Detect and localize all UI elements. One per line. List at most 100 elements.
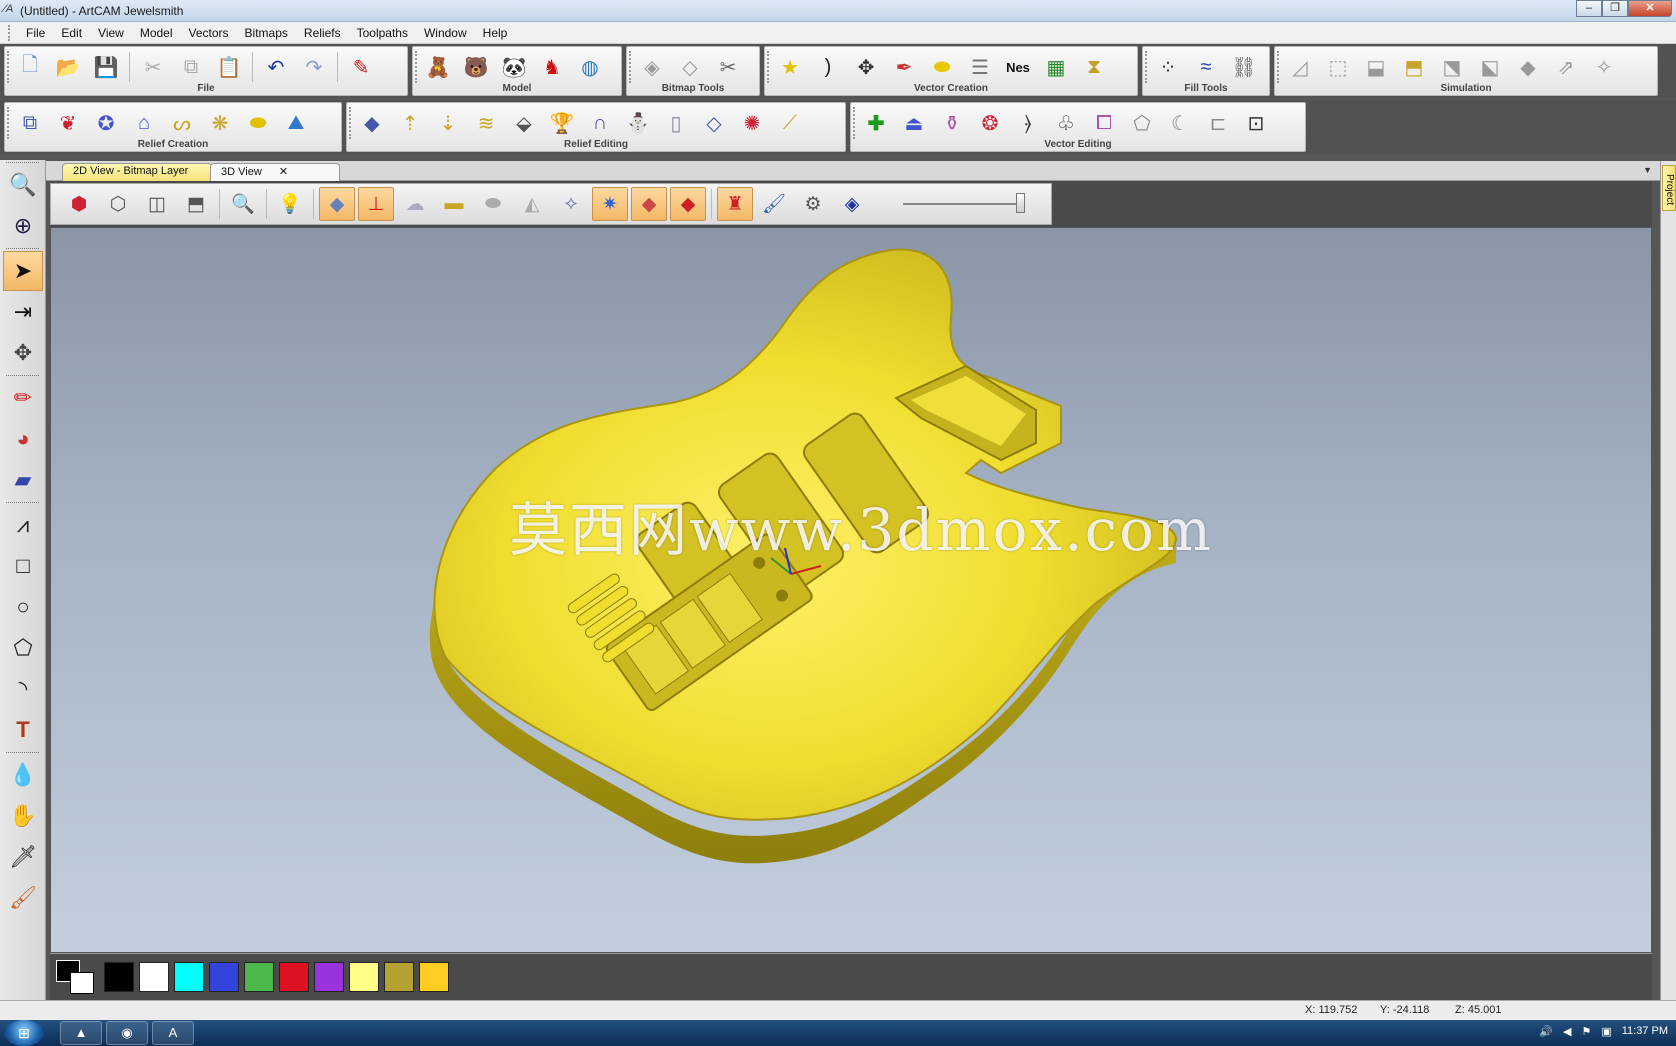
select-arrow-icon[interactable]: ➤: [3, 251, 43, 291]
smooth-relief-icon[interactable]: ≋: [469, 107, 503, 139]
tilt-relief-icon[interactable]: ◇: [697, 107, 731, 139]
toolbar-grip[interactable]: [415, 51, 418, 83]
side-view-icon[interactable]: ◫: [139, 187, 175, 221]
sim-2-icon[interactable]: ⬚: [1321, 51, 1355, 83]
close-button[interactable]: ✕: [1628, 0, 1672, 17]
palette-swatch[interactable]: [349, 962, 379, 992]
leaf-relief-icon[interactable]: ❦: [51, 107, 85, 139]
redo-icon[interactable]: ↷: [297, 51, 331, 83]
palette-swatch[interactable]: [419, 962, 449, 992]
flag-icon[interactable]: ⚑: [1581, 1025, 1591, 1038]
pedestal-icon[interactable]: ⏏: [897, 107, 931, 139]
minimize-button[interactable]: –: [1576, 0, 1602, 17]
circle-icon[interactable]: ○: [3, 587, 43, 627]
vase-icon[interactable]: ⚱: [935, 107, 969, 139]
maximize-button[interactable]: ❐: [1602, 0, 1628, 17]
layers-relief-icon[interactable]: ⧉: [13, 107, 47, 139]
copy-icon[interactable]: ⧉: [174, 51, 208, 83]
plane-toggle-icon[interactable]: ◆: [319, 187, 355, 221]
sim-1-icon[interactable]: ◿: [1283, 51, 1317, 83]
spray-down-icon[interactable]: ⇣: [431, 107, 465, 139]
globe-view-icon[interactable]: ⊕: [3, 206, 43, 246]
node-tool-icon[interactable]: ✥: [849, 51, 883, 83]
tray-clock[interactable]: 11:37 PM: [1622, 1025, 1668, 1038]
node-edit-icon[interactable]: ⇥: [3, 292, 43, 332]
bitmap-shape-icon[interactable]: ◈: [635, 51, 669, 83]
edit-notes-icon[interactable]: ✎: [344, 51, 378, 83]
text-tool-icon[interactable]: T: [3, 710, 43, 750]
weave-icon[interactable]: ❋: [203, 107, 237, 139]
close-tab-icon[interactable]: ✕: [279, 166, 288, 178]
vlc-icon[interactable]: ▲: [60, 1021, 102, 1045]
model-panda-icon[interactable]: 🐼: [497, 51, 531, 83]
layer-stack-icon[interactable]: ⧗: [1077, 51, 1111, 83]
menu-grip[interactable]: [8, 24, 12, 41]
bar-relief-icon[interactable]: ▬: [436, 187, 472, 221]
artcam-icon[interactable]: A: [152, 1021, 194, 1045]
color-layer-icon[interactable]: ◆: [670, 187, 706, 221]
start-button[interactable]: ⊞: [4, 1020, 44, 1046]
tab-3d-view[interactable]: 3D View ✕: [210, 163, 340, 181]
menu-help[interactable]: Help: [475, 24, 516, 42]
stack-vector-icon[interactable]: ☰: [963, 51, 997, 83]
network-icon[interactable]: ▣: [1601, 1025, 1611, 1038]
zoom-icon[interactable]: 🔍: [225, 187, 261, 221]
menu-edit[interactable]: Edit: [53, 24, 90, 42]
palette-swatch[interactable]: [384, 962, 414, 992]
sim-8-icon[interactable]: ⇗: [1549, 51, 1583, 83]
model-bear-icon[interactable]: 🧸: [421, 51, 455, 83]
wire-relief-icon[interactable]: ◭: [514, 187, 550, 221]
project-tab[interactable]: Project: [1662, 165, 1676, 211]
transform-icon[interactable]: ✥: [3, 333, 43, 373]
tab-dropdown-icon[interactable]: ▼: [1643, 165, 1652, 175]
volume-icon[interactable]: 🔊: [1539, 1025, 1553, 1038]
cut-icon[interactable]: ✂: [136, 51, 170, 83]
light-bulb-icon[interactable]: 💡: [272, 187, 308, 221]
curve-b-icon[interactable]: ⊏: [1201, 107, 1235, 139]
model-red-icon[interactable]: ♞: [535, 51, 569, 83]
spray-up-icon[interactable]: ⇡: [393, 107, 427, 139]
mountain-relief-icon[interactable]: ⛰: [279, 107, 313, 139]
sim-9-icon[interactable]: ✧: [1587, 51, 1621, 83]
transform-box-icon[interactable]: ⊡: [1239, 107, 1273, 139]
flat-relief-icon[interactable]: ⬬: [475, 187, 511, 221]
palette-swatch[interactable]: [174, 962, 204, 992]
knife-icon[interactable]: 🗡: [3, 837, 43, 877]
model-teddy-icon[interactable]: 🐻: [459, 51, 493, 83]
relief-shade-icon[interactable]: ☁: [397, 187, 433, 221]
star-relief-icon[interactable]: ✪: [89, 107, 123, 139]
menu-vectors[interactable]: Vectors: [181, 24, 237, 42]
gem-icon[interactable]: ◈: [834, 187, 870, 221]
pen-curve-icon[interactable]: ✒: [887, 51, 921, 83]
palette-swatch[interactable]: [209, 962, 239, 992]
menu-file[interactable]: File: [18, 24, 53, 42]
new-file-icon[interactable]: 🗋: [13, 51, 47, 83]
sparkle-relief-icon[interactable]: ✺: [735, 107, 769, 139]
sim-6-icon[interactable]: ⬕: [1473, 51, 1507, 83]
settings-gear-icon[interactable]: ⚙: [795, 187, 831, 221]
menu-model[interactable]: Model: [132, 24, 181, 42]
frame-icon[interactable]: ⧠: [1087, 107, 1121, 139]
top-view-icon[interactable]: ⬒: [178, 187, 214, 221]
toolbar-grip[interactable]: [767, 51, 770, 83]
scroll-icon[interactable]: ♧: [1049, 107, 1083, 139]
model-globe-icon[interactable]: ◍: [573, 51, 607, 83]
palette-swatch[interactable]: [244, 962, 274, 992]
gnome-icon[interactable]: ⛄: [621, 107, 655, 139]
star-vector-icon[interactable]: ★: [773, 51, 807, 83]
paint-bucket-icon[interactable]: ◕: [3, 419, 43, 459]
bracket-icon[interactable]: ⦒: [1011, 107, 1045, 139]
sweep-relief-icon[interactable]: ⌂: [127, 107, 161, 139]
plane-relief-icon[interactable]: ◆: [355, 107, 389, 139]
brush-icon[interactable]: 🖌: [3, 878, 43, 918]
spread-relief-icon[interactable]: ⬬: [241, 107, 275, 139]
speaker-icon[interactable]: ◀: [1563, 1025, 1571, 1038]
offset-icon[interactable]: ⬠: [1125, 107, 1159, 139]
curve-a-icon[interactable]: ☾: [1163, 107, 1197, 139]
yellow-blob-icon[interactable]: ⬬: [925, 51, 959, 83]
palette-swatch[interactable]: [314, 962, 344, 992]
nesting-icon[interactable]: Nes: [1001, 51, 1035, 83]
axes-toggle-icon[interactable]: ⊥: [358, 187, 394, 221]
front-view-icon[interactable]: ⬡: [100, 187, 136, 221]
toolbar-grip[interactable]: [629, 51, 632, 83]
